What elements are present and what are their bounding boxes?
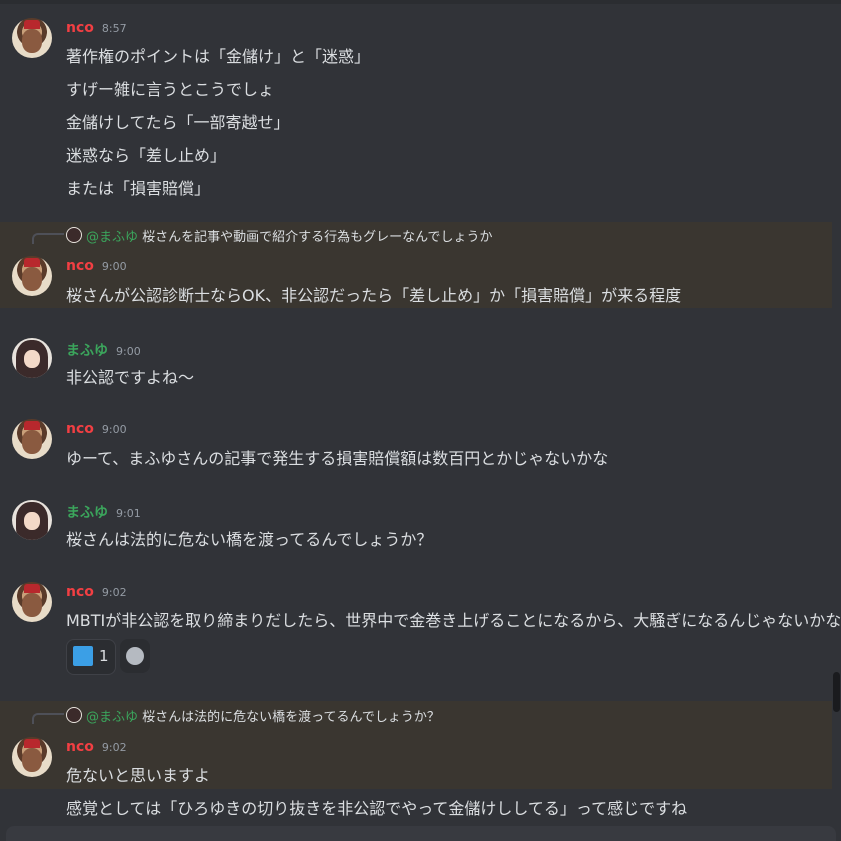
timestamp: 9:01	[116, 507, 141, 520]
message-header: まふゆ 9:00	[66, 340, 141, 360]
custom-emoji-icon	[73, 646, 93, 666]
message-line: すげー雑に言うとこうでしょ	[66, 80, 275, 99]
author-name[interactable]: nco	[66, 739, 94, 755]
avatar[interactable]	[12, 582, 52, 622]
author-name[interactable]: nco	[66, 20, 94, 36]
message-line: または「損害賠償」	[66, 179, 211, 198]
reply-mention[interactable]: @まふゆ	[86, 230, 138, 245]
top-divider	[0, 0, 841, 4]
timestamp: 9:02	[101, 586, 127, 599]
message-header: nco 9:00	[66, 258, 127, 274]
message-input-bar[interactable]	[6, 826, 836, 841]
reply-spine	[32, 233, 64, 244]
smiley-icon	[126, 647, 144, 665]
scrollbar-thumb[interactable]	[833, 672, 840, 712]
reaction-count: 1	[99, 647, 109, 665]
message-line: 著作権のポイントは「金儲け」と「迷惑」	[66, 47, 371, 66]
avatar[interactable]	[12, 18, 52, 58]
message-header: nco 9:00	[66, 421, 127, 437]
avatar[interactable]	[12, 256, 52, 296]
reply-mention[interactable]: @まふゆ	[86, 710, 138, 725]
reply-preview[interactable]: @まふゆ 桜さんを記事や動画で紹介する行為もグレーなんでしょうか	[66, 226, 493, 245]
timestamp: 9:00	[116, 345, 141, 358]
reaction-button[interactable]: 1	[66, 639, 116, 675]
message-line: 感覚としては「ひろゆきの切り抜きを非公認でやって金儲けししてる」って感じですね	[66, 799, 688, 818]
message-header: nco 9:02	[66, 739, 127, 755]
message-line: MBTIが非公認を取り締まりだしたら、世界中で金巻き上げることになるから、大騒ぎ…	[66, 611, 841, 630]
message-line: 危ないと思いますよ	[66, 766, 211, 785]
reply-text: 桜さんを記事や動画で紹介する行為もグレーなんでしょうか	[142, 230, 493, 245]
message-header: nco 8:57	[66, 20, 127, 36]
reply-text: 桜さんは法的に危ない橋を渡ってるんでしょうか？	[142, 710, 440, 725]
message-line: 非公認ですよね～	[66, 368, 195, 387]
avatar[interactable]	[12, 338, 52, 378]
timestamp: 8:57	[101, 22, 127, 35]
author-name[interactable]: nco	[66, 584, 94, 600]
timestamp: 9:00	[101, 260, 127, 273]
author-name[interactable]: まふゆ	[66, 343, 108, 359]
avatar[interactable]	[12, 500, 52, 540]
message-header: nco 9:02	[66, 584, 127, 600]
author-name[interactable]: nco	[66, 258, 94, 274]
message-header: まふゆ 9:01	[66, 502, 141, 522]
avatar[interactable]	[12, 737, 52, 777]
message-line: 迷惑なら「差し止め」	[66, 146, 227, 165]
add-reaction-button[interactable]	[120, 639, 150, 673]
message-line: 桜さんが公認診断士ならOK、非公認だったら「差し止め」か「損害賠償」が来る程度	[66, 286, 682, 305]
reply-spine	[32, 713, 64, 724]
reply-preview[interactable]: @まふゆ 桜さんは法的に危ない橋を渡ってるんでしょうか？	[66, 706, 440, 725]
author-name[interactable]: nco	[66, 421, 94, 437]
message-line: 桜さんは法的に危ない橋を渡ってるんでしょうか？	[66, 530, 433, 549]
reply-avatar	[66, 707, 82, 723]
message-line: ゆーて、まふゆさんの記事で発生する損害賠償額は数百円とかじゃないかな	[66, 449, 609, 468]
author-name[interactable]: まふゆ	[66, 505, 108, 521]
reply-avatar	[66, 227, 82, 243]
timestamp: 9:00	[101, 423, 127, 436]
avatar[interactable]	[12, 419, 52, 459]
timestamp: 9:02	[101, 741, 127, 754]
message-line: 金儲けしてたら「一部寄越せ」	[66, 113, 290, 132]
